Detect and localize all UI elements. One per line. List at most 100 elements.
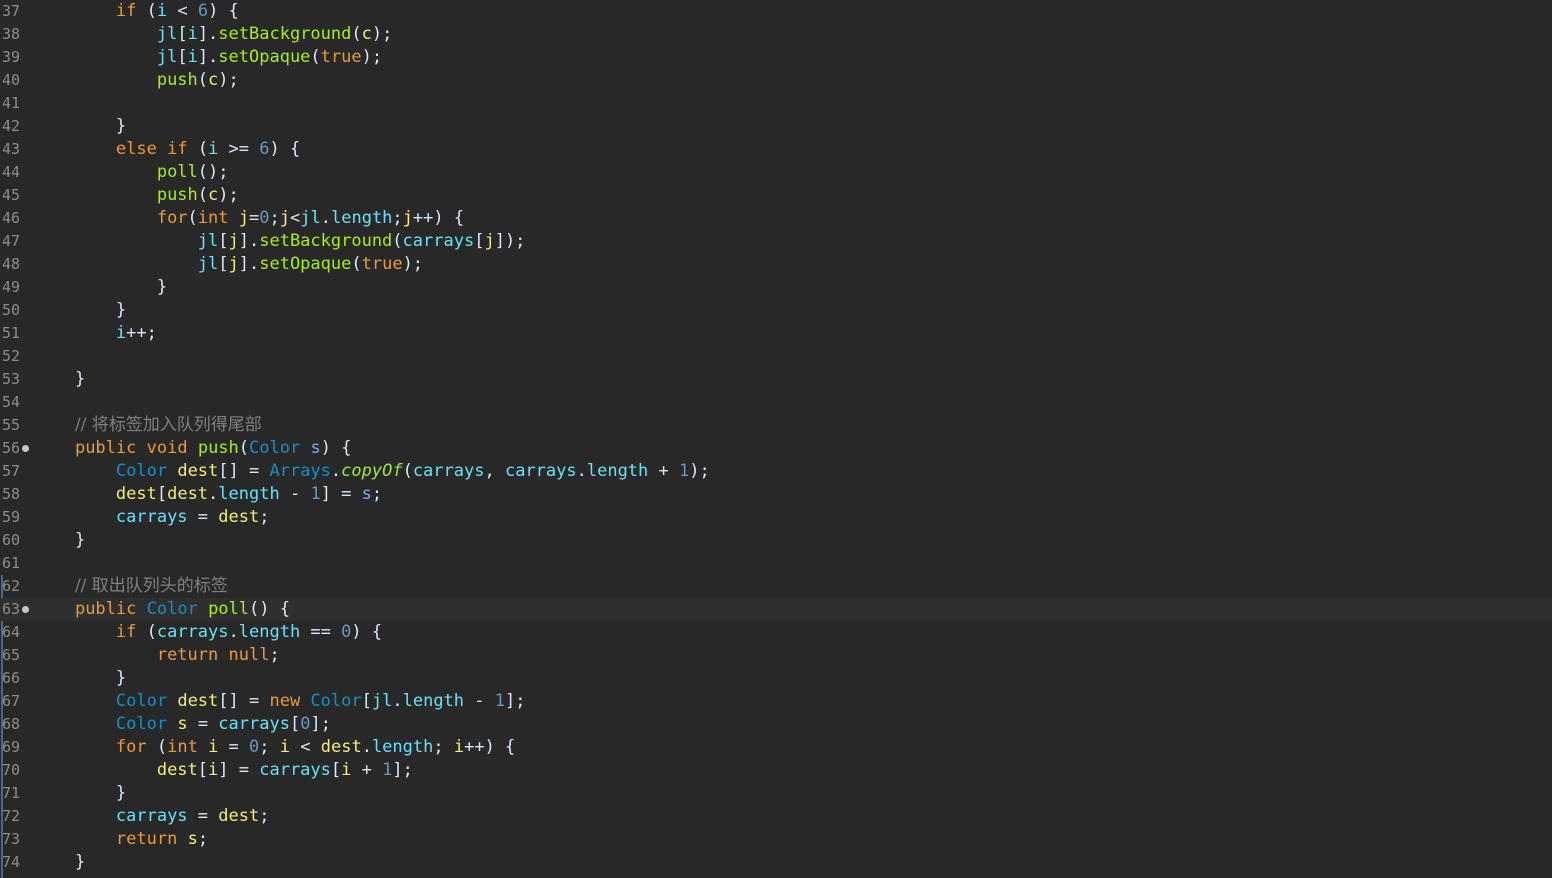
line-number: 44 [2,163,21,181]
code-line[interactable]: 51 i++; [0,322,1552,345]
code-line[interactable]: 52 [0,345,1552,368]
line-number: 60 [2,531,21,549]
code-token: ( [310,47,321,67]
code-token: carrays [402,231,475,251]
code-line[interactable]: 50 } [0,299,1552,322]
code-token: j [402,208,413,228]
override-marker-icon[interactable] [22,445,29,452]
code-text: } [34,368,85,391]
code-line[interactable]: 41 [0,92,1552,115]
code-token: setOpaque [259,254,352,274]
code-token: jl [371,691,393,711]
line-number: 50 [2,301,21,319]
code-line[interactable]: 59 carrays = dest; [0,506,1552,529]
code-token: public [74,438,137,458]
code-token: carrays [504,461,577,481]
code-token: jl [197,254,219,274]
code-line[interactable]: 60 } [0,529,1552,552]
code-token: ]. [197,24,219,44]
code-token: j [228,231,239,251]
code-line[interactable]: 56 public void push(Color s) { [0,437,1552,460]
code-line[interactable]: 61 [0,552,1552,575]
code-line[interactable]: 40 push(c); [0,69,1552,92]
code-line[interactable]: 62 // 取出队列头的标签 [0,575,1552,598]
code-line[interactable]: 66 } [0,667,1552,690]
code-token: } [74,852,86,872]
code-token: [ [156,484,168,504]
code-token: [ [289,714,301,734]
code-line[interactable]: 65 return null; [0,644,1552,667]
code-line[interactable]: 54 [0,391,1552,414]
code-line[interactable]: 37 if (i < 6) { [0,0,1552,23]
code-token: Color [249,438,301,458]
code-line[interactable]: 43 else if (i >= 6) { [0,138,1552,161]
code-token: ); [371,24,393,44]
code-line[interactable]: 58 dest[dest.length - 1] = s; [0,483,1552,506]
code-line[interactable]: 70 dest[i] = carrays[i + 1]; [0,759,1552,782]
code-token: ); [218,185,239,205]
code-line[interactable]: 49 } [0,276,1552,299]
code-line[interactable]: 64 if (carrays.length == 0) { [0,621,1552,644]
code-token: [ [361,691,372,711]
code-line[interactable]: 71 } [0,782,1552,805]
code-line[interactable]: 69 for (int i = 0; i < dest.length; i++)… [0,736,1552,759]
code-token: ( [146,737,168,757]
code-token: ); [218,70,239,90]
code-line[interactable]: 46 for(int j=0;j<jl.length;j++) { [0,207,1552,230]
line-number: 39 [2,48,21,66]
code-line[interactable]: 55 // 将标签加入队列得尾部 [0,414,1552,437]
code-line[interactable]: 45 push(c); [0,184,1552,207]
code-line[interactable]: 42 } [0,115,1552,138]
code-token: } [115,300,127,320]
code-text: poll(); [34,161,229,184]
code-line[interactable]: 38 jl[i].setBackground(c); [0,23,1552,46]
code-line[interactable]: 47 jl[j].setBackground(carrays[j]); [0,230,1552,253]
code-token: ]. [238,254,260,274]
code-token: ++) { [464,737,516,757]
line-number: 57 [2,462,21,480]
code-token: dest [115,484,157,504]
code-token: jl [156,24,178,44]
line-number: 45 [2,186,21,204]
code-token: . [320,208,331,228]
code-text: if (i < 6) { [34,0,239,23]
code-line[interactable]: 44 poll(); [0,161,1552,184]
code-token: int [167,737,198,757]
code-token: - [279,484,311,504]
line-number: 52 [2,347,21,365]
line-number: 54 [2,393,21,411]
code-token: Color [115,461,168,481]
override-marker-icon[interactable] [22,606,29,613]
code-line[interactable]: 53 } [0,368,1552,391]
code-text: jl[j].setOpaque(true); [34,253,423,276]
code-line[interactable]: 67 Color dest[] = new Color[jl.length - … [0,690,1552,713]
code-line[interactable]: 48 jl[j].setOpaque(true); [0,253,1552,276]
code-token: i [453,737,465,757]
code-token: i [279,737,291,757]
code-token: c [208,70,219,90]
code-line[interactable]: 57 Color dest[] = Arrays.copyOf(carrays,… [0,460,1552,483]
code-line[interactable]: 39 jl[i].setOpaque(true); [0,46,1552,69]
code-line[interactable]: 73 return s; [0,828,1552,851]
code-token: [ [218,254,229,274]
code-token: carrays [115,507,188,527]
code-line[interactable]: 68 Color s = carrays[0]; [0,713,1552,736]
code-line[interactable]: 74 } [0,851,1552,874]
code-line[interactable]: 72 carrays = dest; [0,805,1552,828]
code-editor[interactable]: 37 if (i < 6) {38 jl[i].setBackground(c)… [0,0,1552,878]
code-line[interactable]: 63 public Color poll() { [0,598,1552,621]
code-token: push [156,185,198,205]
code-token: Color [146,599,198,619]
line-number: 37 [2,2,21,20]
